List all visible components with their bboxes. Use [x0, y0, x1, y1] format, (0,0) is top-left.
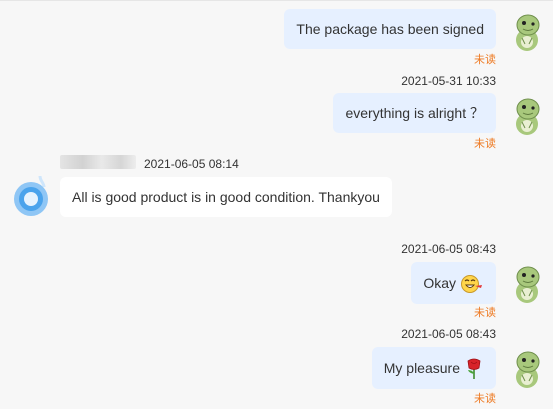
sender-name-blurred: [60, 155, 136, 169]
water-drop-avatar-icon[interactable]: [10, 172, 52, 218]
message-text: The package has been signed: [296, 21, 484, 37]
top-divider: [0, 0, 553, 1]
dinosaur-avatar-icon[interactable]: [509, 96, 545, 136]
unread-status: 未读: [474, 393, 496, 405]
message-text: everything is alright ？: [345, 105, 484, 121]
message-bubble-sent[interactable]: The package has been signed: [284, 9, 496, 49]
message-text: All is good product is in good condition…: [72, 189, 380, 205]
grinning-face-emoji-icon: [461, 275, 482, 294]
dinosaur-avatar-icon[interactable]: [509, 349, 545, 389]
unread-status: 未读: [474, 307, 496, 319]
message-bubble-sent[interactable]: My pleasure: [371, 347, 496, 389]
message-timestamp: 2021-05-31 10:33: [401, 74, 496, 88]
dinosaur-avatar-icon[interactable]: [509, 264, 545, 304]
message-bubble-sent[interactable]: Okay: [411, 262, 496, 304]
rose-emoji-icon: [467, 358, 481, 380]
message-text: My pleasure: [383, 360, 460, 376]
message-timestamp: 2021-06-05 08:43: [401, 242, 496, 256]
unread-status: 未读: [474, 138, 496, 150]
dinosaur-avatar-icon[interactable]: [509, 12, 545, 52]
message-bubble-sent[interactable]: everything is alright ？: [333, 93, 496, 133]
message-bubble-received[interactable]: All is good product is in good condition…: [60, 177, 392, 217]
message-text: Okay: [423, 275, 456, 291]
message-timestamp: 2021-06-05 08:14: [144, 157, 239, 171]
message-timestamp: 2021-06-05 08:43: [401, 327, 496, 341]
unread-status: 未读: [474, 54, 496, 66]
